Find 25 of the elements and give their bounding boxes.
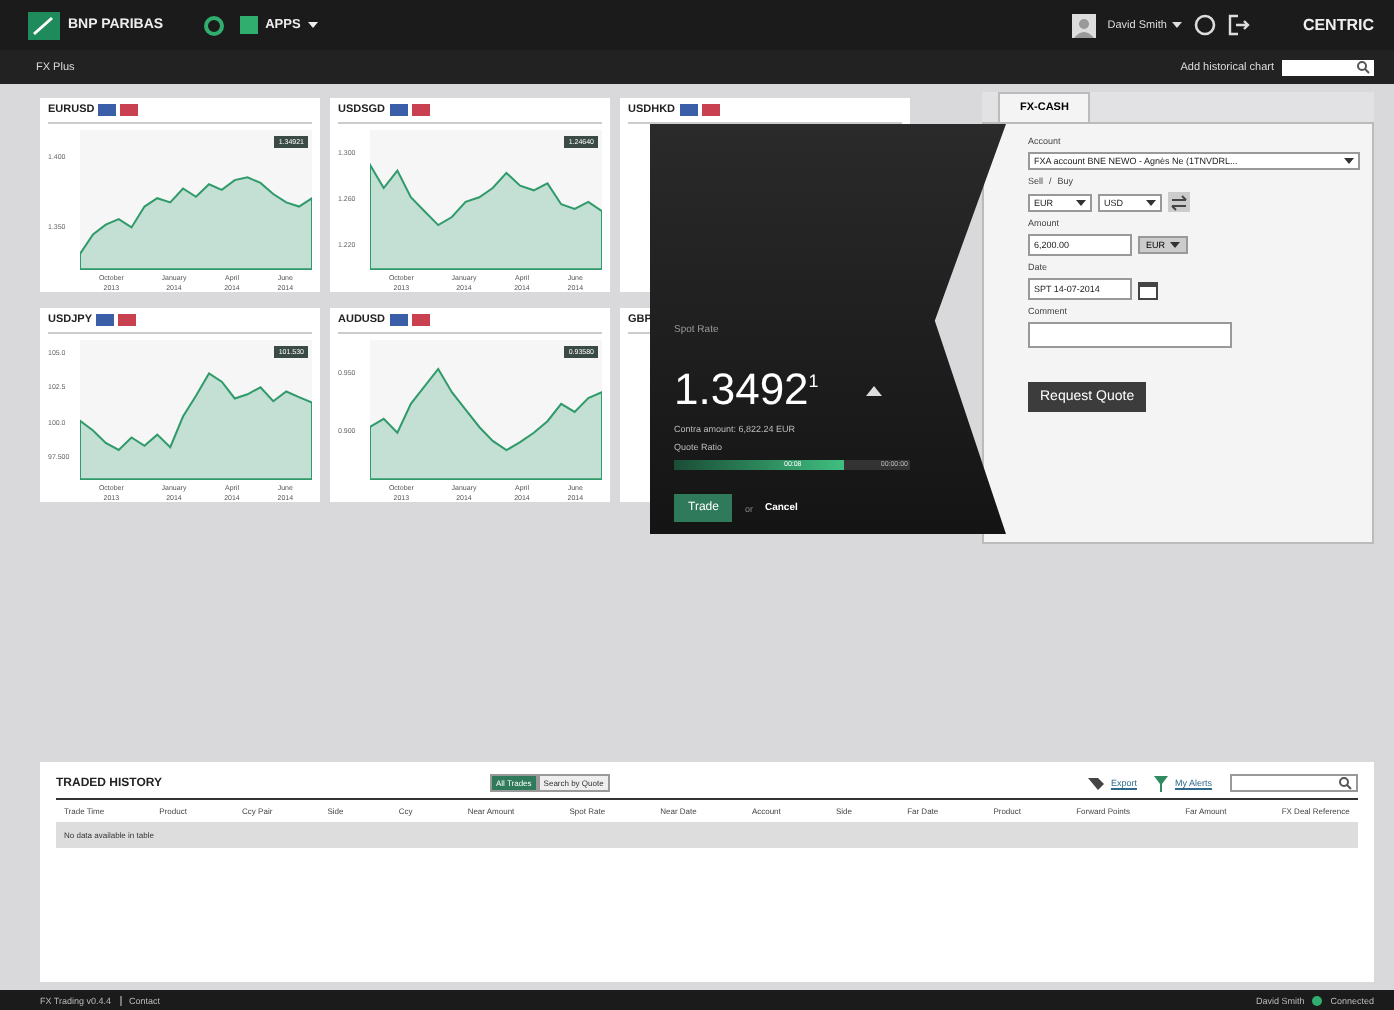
help-icon[interactable] (1194, 14, 1217, 36)
search-icon (1338, 776, 1352, 790)
bank-logo-icon (28, 11, 60, 39)
add-chart-field[interactable] (1282, 59, 1374, 75)
status-dot-icon (1312, 995, 1323, 1005)
caret-icon (1172, 22, 1183, 28)
calendar-icon[interactable] (1138, 279, 1158, 299)
grid-icon (239, 16, 258, 34)
caret-icon (308, 22, 319, 28)
caret-icon (1169, 242, 1180, 248)
swap-icon[interactable] (1168, 192, 1190, 212)
caret-icon (1076, 199, 1086, 205)
history-search-field[interactable] (1230, 774, 1358, 792)
logout-icon[interactable] (1228, 14, 1251, 36)
search-icon (1356, 60, 1370, 74)
company-logo: CENTRIC (1302, 16, 1374, 34)
avatar-icon (1071, 13, 1096, 37)
spot-rate: 1.3492$^{1}$ (674, 364, 819, 416)
filter-icon (1154, 775, 1169, 791)
comment-field[interactable] (1028, 322, 1232, 348)
export-icon (1088, 776, 1105, 790)
caret-icon (1344, 158, 1354, 164)
up-arrow-icon (866, 385, 883, 395)
home-icon[interactable] (203, 15, 224, 35)
caret-icon (1146, 199, 1156, 205)
